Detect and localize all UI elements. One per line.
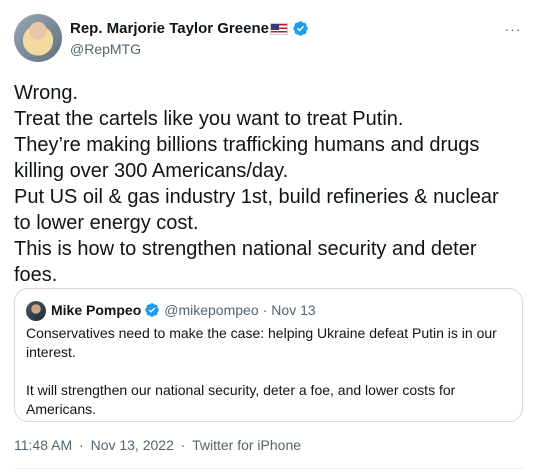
quoted-tweet[interactable]: Mike Pompeo @mikepompeo · Nov 13 Conserv… bbox=[14, 288, 523, 422]
divider bbox=[14, 468, 524, 469]
tweet-line: foes. bbox=[14, 264, 58, 286]
quoted-paragraph: It will strengthen our national security… bbox=[26, 382, 456, 417]
tweet-line: Wrong. bbox=[14, 82, 79, 104]
tweet-time[interactable]: 11:48 AM bbox=[14, 437, 72, 453]
quoted-paragraph: Conservatives need to make the case: hel… bbox=[26, 325, 497, 360]
tweet-line: to lower energy cost. bbox=[14, 212, 199, 234]
verified-icon bbox=[293, 21, 308, 36]
tweet-text: Wrong. Treat the cartels like you want t… bbox=[14, 80, 524, 288]
author-name[interactable]: Rep. Marjorie Taylor Greene bbox=[70, 20, 269, 37]
quoted-date[interactable]: Nov 13 bbox=[271, 302, 315, 318]
author-name-row[interactable]: Rep. Marjorie Taylor Greene bbox=[70, 20, 309, 37]
tweet-date[interactable]: Nov 13, 2022 bbox=[91, 437, 174, 453]
quoted-author-handle: @mikepompeo bbox=[164, 302, 259, 318]
separator-dot: · bbox=[79, 437, 84, 453]
more-icon[interactable]: ··· bbox=[502, 18, 524, 40]
separator-dot: · bbox=[180, 437, 186, 453]
separator-dot: · bbox=[262, 302, 268, 318]
avatar[interactable] bbox=[14, 14, 62, 62]
tweet-line: killing over 300 Americans/day. bbox=[14, 160, 289, 182]
quoted-text: Conservatives need to make the case: hel… bbox=[26, 324, 514, 438]
tweet: Rep. Marjorie Taylor Greene @RepMTG ··· … bbox=[0, 0, 538, 473]
verified-icon bbox=[145, 303, 160, 317]
tweet-source[interactable]: Twitter for iPhone bbox=[192, 437, 301, 453]
tweet-line: Treat the cartels like you want to treat… bbox=[14, 108, 404, 130]
author-handle[interactable]: @RepMTG bbox=[70, 41, 141, 57]
quoted-header: Mike Pompeo @mikepompeo · Nov 13 bbox=[51, 302, 316, 318]
quoted-author-name: Mike Pompeo bbox=[51, 302, 142, 318]
tweet-line: This is how to strengthen national secur… bbox=[14, 238, 477, 260]
tweet-meta: 11:48 AM · Nov 13, 2022 · Twitter for iP… bbox=[14, 437, 301, 453]
quoted-avatar bbox=[26, 301, 46, 321]
tweet-line: They’re making billions trafficking huma… bbox=[14, 134, 480, 156]
us-flag-icon bbox=[269, 22, 288, 35]
tweet-line: Put US oil & gas industry 1st, build ref… bbox=[14, 186, 499, 208]
